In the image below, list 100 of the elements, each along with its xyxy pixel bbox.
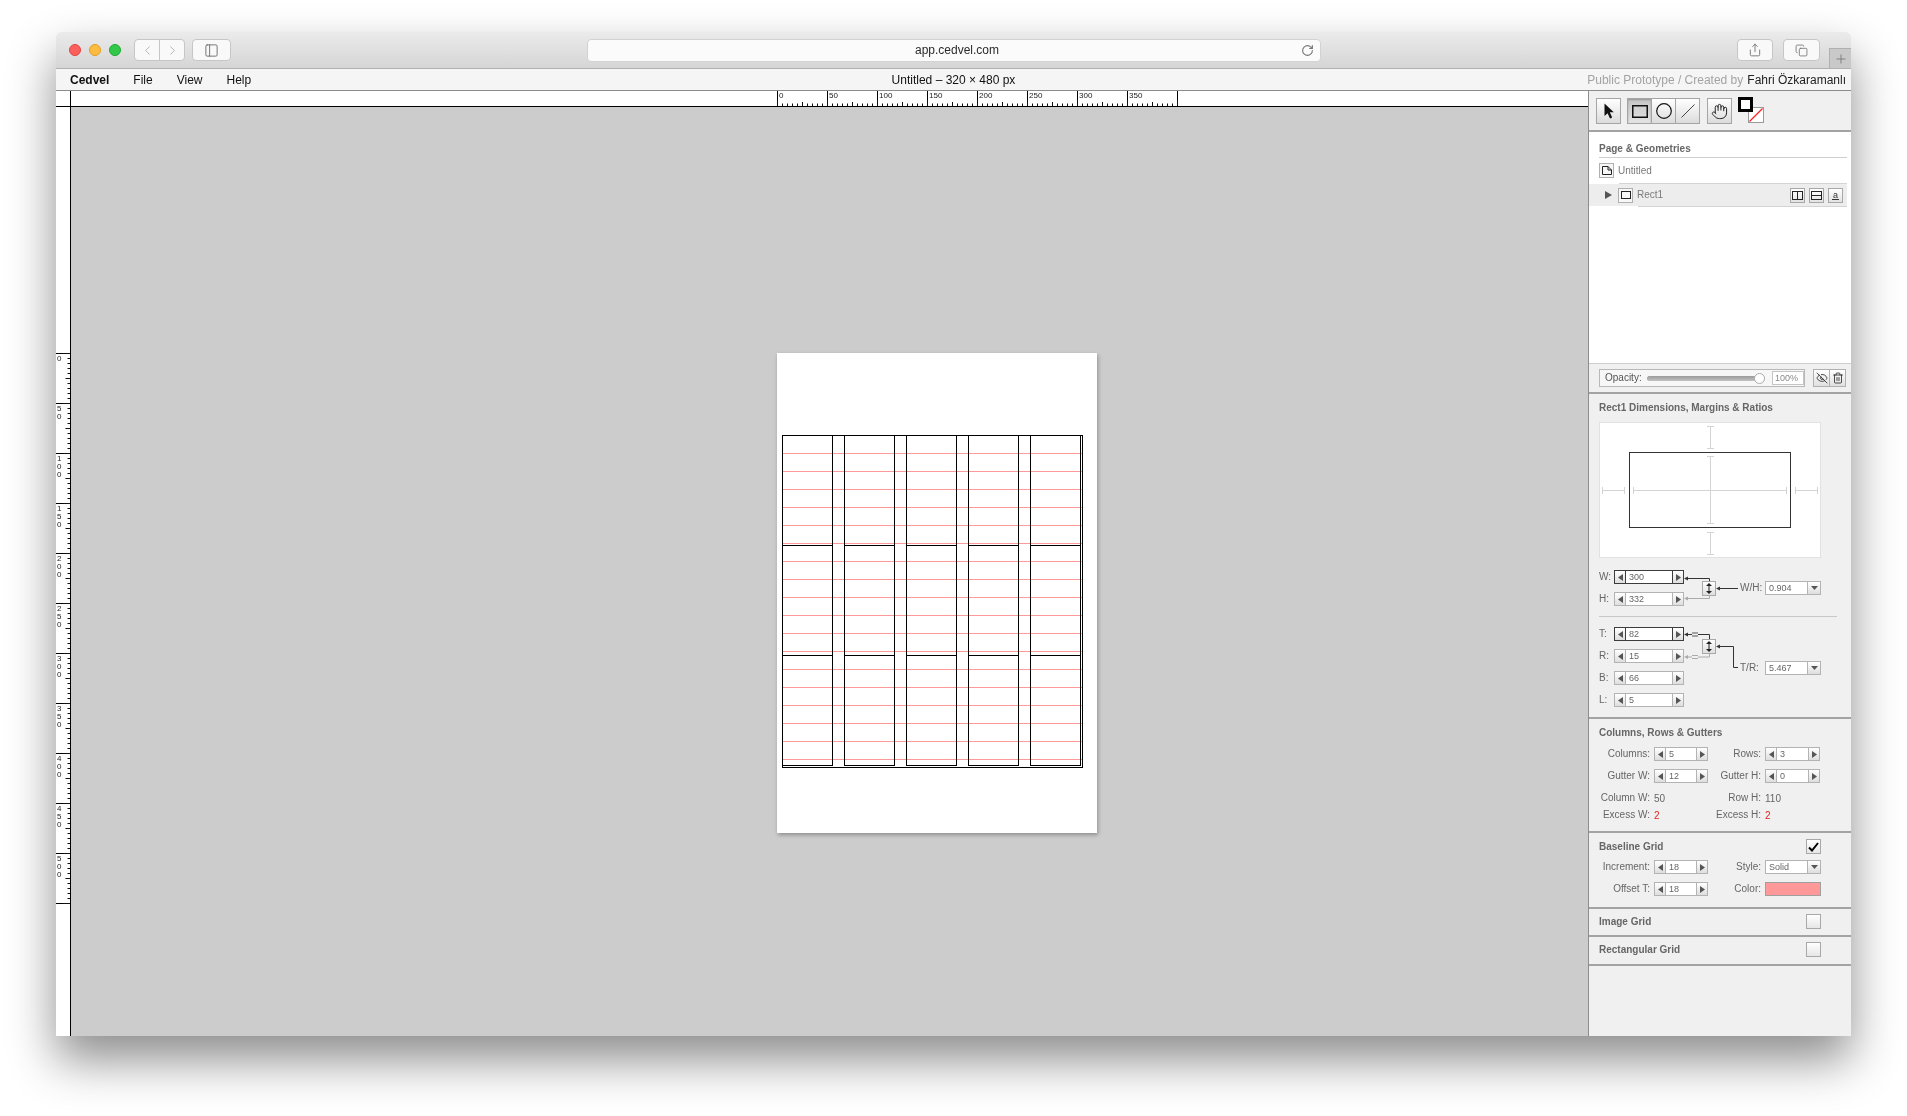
tree-item-label: Rect1 [1637,189,1664,201]
plus-icon [1833,51,1848,66]
increment-button[interactable] [1672,592,1684,606]
increment-button[interactable] [1672,570,1684,584]
section-heading: Rectangular Grid [1599,943,1681,956]
decrement-button[interactable] [1765,769,1777,783]
number-field[interactable]: 5 [1626,693,1672,707]
ruler-label: 150 [57,505,62,529]
decrement-button[interactable] [1614,649,1626,663]
rectangle-tool-button[interactable] [1627,98,1652,124]
number-field[interactable]: 82 [1626,627,1672,641]
reload-icon[interactable] [1300,43,1314,57]
increment-button[interactable] [1696,747,1708,761]
pointer-tool-button[interactable] [1596,98,1621,124]
color-swatch[interactable] [1765,882,1821,896]
close-window-button[interactable] [69,44,81,56]
number-field[interactable]: 300 [1626,570,1672,584]
ratio-link-button[interactable] [1702,639,1716,654]
opacity-field[interactable]: 100% [1772,371,1804,385]
ruler-label: 350 [57,705,62,729]
increment-button[interactable] [1808,747,1820,761]
increment-button[interactable] [1672,693,1684,707]
menu-item[interactable]: File [133,70,153,89]
right-triangle-icon [1675,595,1681,603]
increment-button[interactable] [1696,882,1708,896]
menu-item[interactable]: Help [226,70,252,89]
increment-button[interactable] [1808,769,1820,783]
tree-row[interactable]: Rect1 a [1589,184,1847,206]
ruler-label: 0 [57,355,62,363]
number-field[interactable]: 66 [1626,671,1672,685]
number-field[interactable]: 3 [1777,747,1808,761]
right-triangle-icon [1699,750,1705,758]
delete-button[interactable] [1829,369,1846,387]
menu-item[interactable]: View [176,70,203,89]
number-field[interactable]: 12 [1666,769,1696,783]
field-label: W/H: [1740,581,1764,595]
increment-button[interactable] [1696,769,1708,783]
rectangle-icon [1618,187,1633,203]
decrement-button[interactable] [1654,860,1666,874]
field-label: Gutter H: [1720,769,1761,783]
columns-button[interactable] [1790,187,1805,203]
field-label: L: [1599,693,1609,707]
ratio-link-button[interactable] [1702,580,1716,596]
decrement-button[interactable] [1765,747,1777,761]
left-triangle-icon [1768,772,1774,780]
decrement-button[interactable] [1614,671,1626,685]
decrement-button[interactable] [1614,570,1626,584]
left-triangle-icon [1617,573,1623,581]
slider-thumb[interactable] [1754,372,1765,384]
connector-arrow [1716,585,1738,591]
checkbox[interactable] [1806,942,1821,957]
ruler-label: 400 [57,755,62,779]
up-down-arrow-icon [1706,582,1712,594]
app-menu[interactable]: Cedvel [70,70,110,89]
readout-value: 110 [1765,792,1781,804]
field-label: Offset T: [1613,882,1650,896]
section-heading: Rect1 Dimensions, Margins & Ratios [1599,402,1774,414]
field-label: Column W: [1600,791,1650,805]
increment-button[interactable] [1672,627,1684,641]
number-field[interactable]: 5 [1666,747,1696,761]
ruler-label: 300 [1078,91,1093,100]
dropdown[interactable]: Solid [1765,860,1821,874]
hand-tool-button[interactable] [1707,98,1732,124]
readout-value: 2 [1654,809,1660,821]
author-link[interactable]: Fahri Özkaramanlı [1747,70,1846,89]
sidebar-button[interactable] [192,39,231,61]
rows-button[interactable] [1809,187,1824,203]
number-field[interactable]: 332 [1626,592,1672,606]
field-label: Style: [1736,860,1761,874]
checkbox[interactable] [1806,914,1821,929]
field-label: Excess H: [1716,808,1761,822]
rectangle-icon [1631,104,1648,118]
dropdown[interactable]: 5.467 [1765,661,1821,675]
address-field[interactable]: app.cedvel.com [586,38,1321,62]
left-triangle-icon [1768,750,1774,758]
decrement-button[interactable] [1614,627,1626,641]
baseline-button[interactable]: a [1828,187,1843,203]
number-field[interactable]: 18 [1666,882,1696,896]
number-field[interactable]: 18 [1666,860,1696,874]
triangle-right-icon[interactable] [1605,191,1612,199]
field-label: W: [1599,570,1613,584]
dropdown[interactable]: 0.904 [1765,581,1821,595]
increment-button[interactable] [1672,649,1684,663]
stroke-fill-swatch-icon[interactable] [1738,97,1764,124]
increment-button[interactable] [1696,860,1708,874]
checkbox[interactable] [1806,839,1821,854]
ellipse-tool-button[interactable] [1651,98,1676,124]
decrement-button[interactable] [1654,769,1666,783]
number-field[interactable]: 0 [1777,769,1808,783]
field-label: H: [1599,592,1610,606]
decrement-button[interactable] [1654,747,1666,761]
section-heading: Image Grid [1599,915,1652,928]
decrement-button[interactable] [1614,693,1626,707]
readout-value: 2 [1765,809,1771,821]
decrement-button[interactable] [1654,882,1666,896]
number-field[interactable]: 15 [1626,649,1672,663]
ruler-label: 250 [1028,91,1043,100]
decrement-button[interactable] [1614,592,1626,606]
increment-button[interactable] [1672,671,1684,685]
ruler-label: 100 [878,91,893,100]
